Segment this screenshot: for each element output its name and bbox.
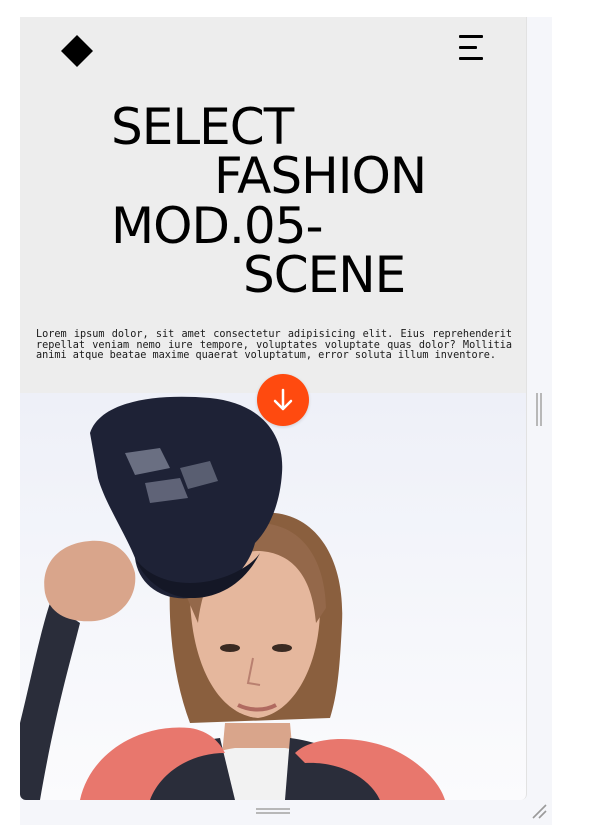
hero-title-line-2: FASHION <box>214 147 427 205</box>
grip-line <box>256 812 290 814</box>
hero-title-line-1: SELECT <box>111 98 294 156</box>
grip-line <box>256 808 290 810</box>
hero-description: Lorem ipsum dolor, sit amet consectetur … <box>36 329 512 361</box>
hero-title: SELECT FASHION MOD.05- SCENE <box>20 17 526 317</box>
grip-line <box>540 393 542 426</box>
page-viewport: SELECT FASHION MOD.05- SCENE Lorem ipsum… <box>20 17 527 800</box>
resize-handle-corner-icon[interactable] <box>530 802 548 820</box>
scroll-down-button[interactable] <box>257 374 309 426</box>
resize-handle-bottom[interactable] <box>256 806 290 816</box>
arrow-down-icon <box>273 388 293 411</box>
hero-title-line-3: MOD.05- <box>111 197 324 255</box>
grip-line <box>536 393 538 426</box>
hero-title-line-4: SCENE <box>243 246 406 304</box>
hero-photo <box>20 393 526 800</box>
resize-handle-right[interactable] <box>534 393 544 426</box>
